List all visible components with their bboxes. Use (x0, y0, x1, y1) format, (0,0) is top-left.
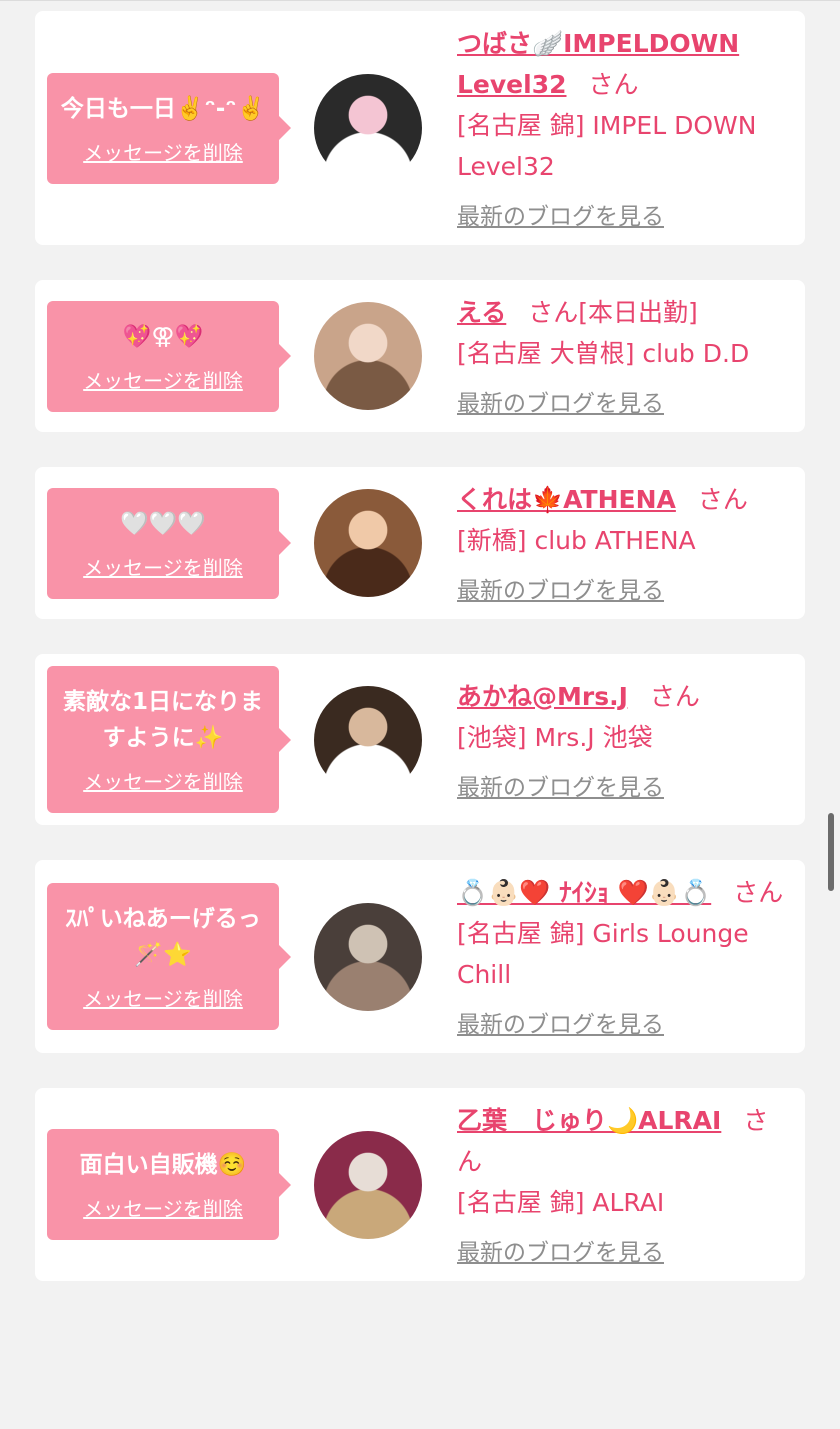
name-line: 💍👶🏻❤️ ﾅｲｼｮ ❤️👶🏻💍 さん (457, 872, 787, 913)
shop-name: [名古屋 錦] IMPEL DOWN Level32 (457, 111, 757, 181)
girl-name-link[interactable]: 乙葉 じゅり🌙ALRAI (457, 1106, 721, 1135)
message-text: 素敵な1日になりますように✨ (62, 689, 263, 751)
scrollbar[interactable] (828, 813, 834, 891)
avatar[interactable] (314, 74, 422, 182)
san-suffix: さん (528, 298, 579, 327)
message-list: 今日も一日✌️ᵔ-ᵔ✌️ メッセージを削除 つばさ🪽IMPELDOWN Leve… (35, 11, 805, 1316)
shop-name: [池袋] Mrs.J 池袋 (457, 722, 653, 752)
avatar[interactable] (314, 302, 422, 410)
delete-message-link[interactable]: メッセージを削除 (83, 983, 243, 1012)
list-item: 💖⚢💖 メッセージを削除 える さん[本日出勤] [名古屋 大曽根] club D… (35, 280, 805, 432)
list-item: ｽﾊﾟいねあーげるっ🪄⭐️ メッセージを削除 💍👶🏻❤️ ﾅｲｼｮ ❤️👶🏻💍 さ… (35, 860, 805, 1053)
latest-blog-link[interactable]: 最新のブログを見る (457, 1009, 787, 1041)
list-item: 今日も一日✌️ᵔ-ᵔ✌️ メッセージを削除 つばさ🪽IMPELDOWN Leve… (35, 11, 805, 245)
message-bubble: 素敵な1日になりますように✨ メッセージを削除 (47, 666, 291, 813)
delete-message-link[interactable]: メッセージを削除 (83, 766, 243, 795)
avatar[interactable] (314, 902, 422, 1011)
delete-message-link[interactable]: メッセージを削除 (83, 552, 243, 581)
girl-name-link[interactable]: あかね@Mrs.J (457, 682, 628, 711)
message-bubble: 今日も一日✌️ᵔ-ᵔ✌️ メッセージを削除 (47, 72, 291, 184)
girl-info: くれは🍁ATHENA さん [新橋] club ATHENA 最新のブログを見る (457, 479, 805, 607)
san-suffix: さん (697, 485, 748, 514)
shop-name: [名古屋 錦] Girls Lounge Chill (457, 919, 749, 989)
message-text: 今日も一日✌️ᵔ-ᵔ✌️ (60, 95, 266, 122)
latest-blog-link[interactable]: 最新のブログを見る (457, 1237, 787, 1269)
top-divider (0, 0, 840, 1)
name-line: つばさ🪽IMPELDOWN Level32 さん (457, 23, 787, 105)
shop-name: [名古屋 錦] ALRAI (457, 1188, 665, 1217)
list-item: 🤍🤍🤍 メッセージを削除 くれは🍁ATHENA さん [新橋] club ATHE… (35, 467, 805, 619)
name-line: える さん[本日出勤] (457, 292, 787, 333)
message-text: 🤍🤍🤍 (120, 510, 206, 537)
delete-message-link[interactable]: メッセージを削除 (83, 365, 243, 394)
name-line: くれは🍁ATHENA さん (457, 479, 787, 520)
message-text: ｽﾊﾟいねあーげるっ🪄⭐️ (65, 906, 261, 968)
message-text: 💖⚢💖 (122, 323, 204, 350)
message-bubble: 🤍🤍🤍 メッセージを削除 (47, 487, 291, 599)
name-line: あかね@Mrs.J さん (457, 676, 787, 717)
girl-name-link[interactable]: くれは🍁ATHENA (457, 485, 676, 514)
san-suffix: さん (649, 681, 700, 711)
message-bubble: ｽﾊﾟいねあーげるっ🪄⭐️ メッセージを削除 (47, 883, 291, 1030)
girl-info: つばさ🪽IMPELDOWN Level32 さん [名古屋 錦] IMPEL DO… (457, 23, 805, 233)
list-item: 面白い自販機☺️ メッセージを削除 乙葉 じゅり🌙ALRAI さん [名古屋 錦]… (35, 1088, 805, 1281)
shop-name: [名古屋 大曽根] club D.D (457, 339, 750, 368)
girl-info: える さん[本日出勤] [名古屋 大曽根] club D.D 最新のブログを見る (457, 292, 805, 420)
latest-blog-link[interactable]: 最新のブログを見る (457, 575, 787, 607)
delete-message-link[interactable]: メッセージを削除 (83, 1193, 243, 1222)
delete-message-link[interactable]: メッセージを削除 (83, 137, 243, 166)
avatar[interactable] (314, 685, 422, 794)
san-suffix: さん (733, 878, 784, 907)
latest-blog-link[interactable]: 最新のブログを見る (457, 772, 787, 804)
message-bubble: 面白い自販機☺️ メッセージを削除 (47, 1129, 291, 1240)
latest-blog-link[interactable]: 最新のブログを見る (457, 388, 787, 420)
latest-blog-link[interactable]: 最新のブログを見る (457, 201, 787, 233)
list-item: 素敵な1日になりますように✨ メッセージを削除 あかね@Mrs.J さん [池袋]… (35, 654, 805, 825)
message-bubble: 💖⚢💖 メッセージを削除 (47, 300, 291, 412)
girl-name-link[interactable]: 💍👶🏻❤️ ﾅｲｼｮ ❤️👶🏻💍 (457, 878, 711, 907)
message-text: 面白い自販機☺️ (79, 1152, 247, 1178)
shop-name: [新橋] club ATHENA (457, 526, 696, 555)
girl-name-link[interactable]: える (457, 298, 506, 327)
avatar[interactable] (314, 1130, 422, 1239)
name-line: 乙葉 じゅり🌙ALRAI さん (457, 1100, 787, 1182)
extra-status: [本日出勤] (578, 298, 698, 327)
avatar[interactable] (314, 489, 422, 597)
girl-info: あかね@Mrs.J さん [池袋] Mrs.J 池袋 最新のブログを見る (457, 676, 805, 804)
girl-info: 乙葉 じゅり🌙ALRAI さん [名古屋 錦] ALRAI 最新のブログを見る (457, 1100, 805, 1269)
san-suffix: さん (588, 70, 639, 99)
girl-info: 💍👶🏻❤️ ﾅｲｼｮ ❤️👶🏻💍 さん [名古屋 錦] Girls Lounge … (457, 872, 805, 1041)
